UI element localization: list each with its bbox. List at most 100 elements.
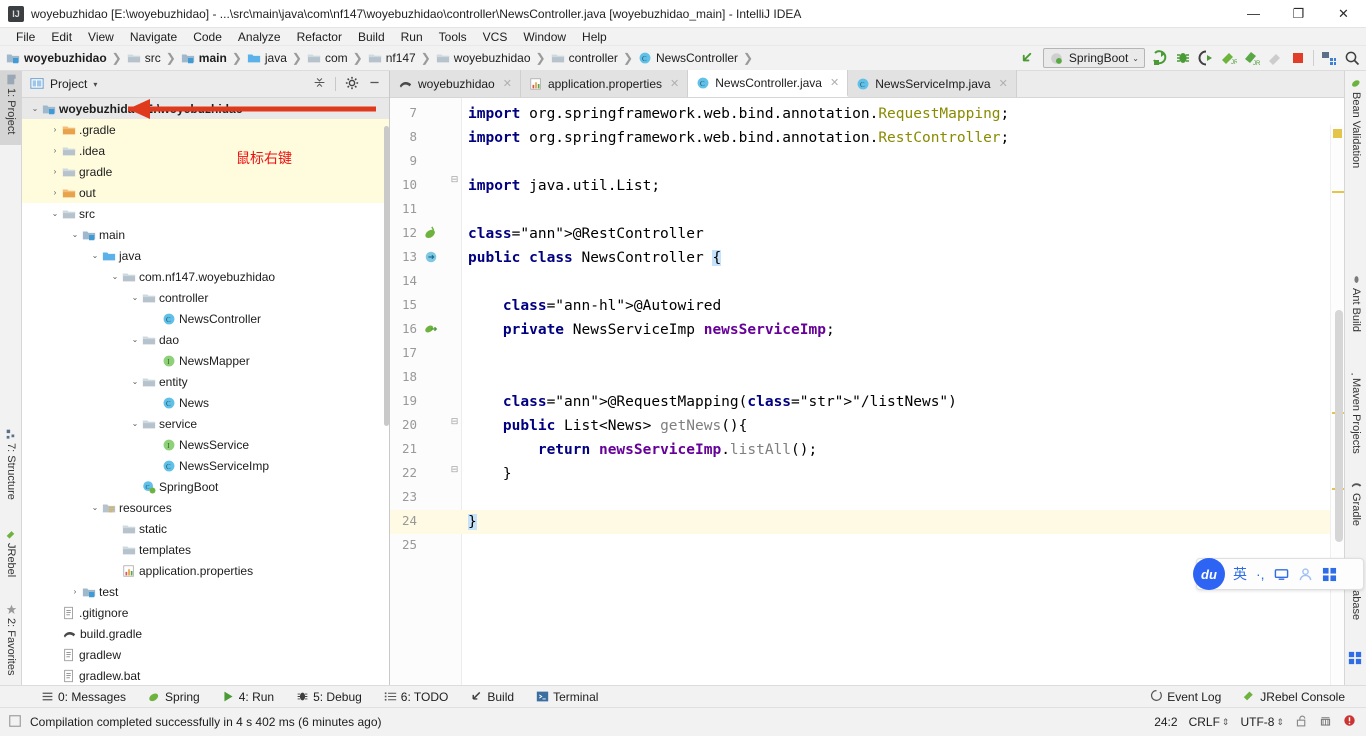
unlocked-icon[interactable] (1295, 714, 1308, 731)
tree-node[interactable]: ⌄ entity (22, 371, 389, 392)
tree-node[interactable]: ⌄ controller (22, 287, 389, 308)
close-icon[interactable]: ✕ (830, 76, 839, 89)
bottom-tool-4-run[interactable]: 4: Run (211, 690, 285, 704)
bottom-tool-spring[interactable]: Spring (137, 690, 211, 704)
code-line[interactable]: public List<News> getNews(){ (468, 414, 747, 438)
chevron-down-icon[interactable]: ⌄ (108, 272, 122, 281)
search-everywhere-button[interactable] (1344, 50, 1360, 66)
chevron-down-icon[interactable]: ⌄ (88, 503, 102, 512)
chevron-right-icon[interactable]: › (48, 188, 62, 197)
menu-item-analyze[interactable]: Analyze (230, 28, 289, 46)
code-editor[interactable]: ⊟ ⊟ ⊟ 7 8 9 10 11 12 13 14 15 16 17 18 19 20 21 22 23 24 2… (390, 98, 1344, 685)
tree-node[interactable]: gradlew (22, 644, 389, 665)
sidebar-item-bean-validation[interactable]: Bean Validation (1345, 75, 1366, 185)
bottom-tool-5-debug[interactable]: 5: Debug (285, 690, 373, 704)
debug-button[interactable] (1175, 50, 1191, 66)
breadcrumb-item-woyebuzhidao[interactable]: woyebuzhidao (6, 51, 107, 65)
menu-item-help[interactable]: Help (574, 28, 615, 46)
inspections-icon[interactable] (1319, 714, 1332, 731)
chevron-down-icon[interactable]: ⌄ (28, 104, 42, 113)
run-with-coverage-button[interactable] (1198, 50, 1214, 66)
implemented-gutter-icon[interactable] (424, 250, 440, 266)
tree-node[interactable]: › .gradle (22, 119, 389, 140)
close-button[interactable]: ✕ (1321, 0, 1366, 28)
line-separator-widget[interactable]: CRLF ⇕ (1189, 715, 1230, 729)
tree-node[interactable]: I NewsService (22, 434, 389, 455)
menu-item-navigate[interactable]: Navigate (122, 28, 185, 46)
tree-node[interactable]: ⌄ dao (22, 329, 389, 350)
chevron-down-icon[interactable]: ⌄ (128, 419, 142, 428)
code-line[interactable]: class="ann-hl">@Autowired (468, 294, 721, 318)
sidebar-item-ant-build[interactable]: Ant Build (1345, 271, 1366, 351)
editor-gutter[interactable]: ⊟ ⊟ ⊟ 7 8 9 10 11 12 13 14 15 16 17 18 19 20 21 22 23 24 2… (390, 98, 462, 685)
bottom-tool-0-messages[interactable]: 0: Messages (30, 690, 137, 704)
sidebar-item-jrebel[interactable]: JRebel (0, 526, 22, 592)
autowired-gutter-icon[interactable] (424, 322, 440, 338)
sidebar-item-structure[interactable]: 7: Structure (0, 426, 22, 514)
ime-language-toggle[interactable]: 英 (1233, 564, 1247, 584)
menu-item-tools[interactable]: Tools (431, 28, 475, 46)
maximize-button[interactable]: ❐ (1276, 0, 1321, 28)
ime-punctuation-toggle[interactable]: ·, (1256, 566, 1265, 582)
fold-marker[interactable]: ⊟ (450, 464, 459, 475)
menu-item-file[interactable]: File (8, 28, 43, 46)
chevron-down-icon[interactable]: ⌄ (128, 377, 142, 386)
menu-item-refactor[interactable]: Refactor (289, 28, 350, 46)
jrebel-debug-button[interactable]: JR (1221, 50, 1237, 66)
baidu-ime-logo-icon[interactable]: du (1193, 558, 1225, 590)
tree-node[interactable]: › test (22, 581, 389, 602)
menu-item-window[interactable]: Window (515, 28, 574, 46)
tree-node[interactable]: .gitignore (22, 602, 389, 623)
tree-node[interactable]: static (22, 518, 389, 539)
bottom-tool-build[interactable]: Build (459, 690, 525, 704)
editor-error-stripe[interactable] (1330, 125, 1344, 685)
code-line[interactable]: class="ann">@RestController (468, 222, 704, 246)
tree-node[interactable]: ⌄ main (22, 224, 389, 245)
jrebel-run-button[interactable]: JR (1244, 50, 1260, 66)
code-line[interactable]: import org.springframework.web.bind.anno… (468, 126, 1009, 150)
jrebel-console-button[interactable]: JRebel Console (1232, 689, 1356, 705)
sidebar-item-gradle[interactable]: Gradle (1345, 476, 1366, 548)
attach-profiler-button[interactable] (1267, 50, 1283, 66)
tree-node[interactable]: gradlew.bat (22, 665, 389, 686)
caret-position[interactable]: 24:2 (1154, 715, 1177, 729)
error-icon[interactable] (1343, 714, 1356, 730)
editor-tab-application-properties[interactable]: application.properties ✕ (520, 70, 689, 97)
tree-node[interactable]: › .idea (22, 140, 389, 161)
bottom-tool-6-todo[interactable]: 6: TODO (373, 690, 460, 704)
code-line[interactable]: import java.util.List; (468, 174, 660, 198)
tree-node[interactable]: ⌄ src (22, 203, 389, 224)
menu-item-vcs[interactable]: VCS (475, 28, 516, 46)
chevron-right-icon[interactable]: › (48, 146, 62, 155)
run-configuration-selector[interactable]: SpringBoot ⌄ (1042, 48, 1145, 68)
sidebar-item-favorites[interactable]: 2: Favorites (0, 601, 22, 689)
tree-node[interactable]: build.gradle (22, 623, 389, 644)
ime-soft-keyboard-icon[interactable] (1274, 567, 1289, 582)
menu-item-build[interactable]: Build (350, 28, 393, 46)
ime-toolbar[interactable]: du 英 ·, (1193, 558, 1364, 590)
chevron-right-icon[interactable]: › (68, 587, 82, 596)
breadcrumb-item-nf147[interactable]: nf147 (368, 51, 416, 65)
tree-node[interactable]: ⌄ service (22, 413, 389, 434)
event-log-button[interactable]: Event Log (1139, 689, 1232, 705)
tree-node[interactable]: templates (22, 539, 389, 560)
breadcrumb-item-java[interactable]: java (247, 51, 287, 65)
tree-node[interactable]: I NewsMapper (22, 350, 389, 371)
back-arrow-icon[interactable] (1020, 50, 1036, 66)
code-lines[interactable]: import org.springframework.web.bind.anno… (462, 98, 1344, 685)
chevron-down-icon[interactable]: ⌄ (128, 335, 142, 344)
close-icon[interactable]: ✕ (503, 77, 512, 90)
chevron-right-icon[interactable]: › (48, 167, 62, 176)
project-structure-button[interactable] (1321, 50, 1337, 66)
ime-user-icon[interactable] (1298, 567, 1313, 582)
code-line[interactable]: import org.springframework.web.bind.anno… (468, 102, 1009, 126)
code-line[interactable]: class="ann">@RequestMapping(class="str">… (468, 390, 957, 414)
menu-item-view[interactable]: View (80, 28, 122, 46)
chevron-down-icon[interactable]: ▾ (93, 80, 97, 89)
run-button[interactable] (1152, 50, 1168, 66)
chevron-down-icon[interactable]: ⌄ (68, 230, 82, 239)
encoding-widget[interactable]: UTF-8 ⇕ (1240, 715, 1284, 729)
breadcrumb-item-controller[interactable]: controller (551, 51, 618, 65)
project-tree-scrollbar[interactable] (383, 98, 390, 658)
tree-node[interactable]: C News (22, 392, 389, 413)
